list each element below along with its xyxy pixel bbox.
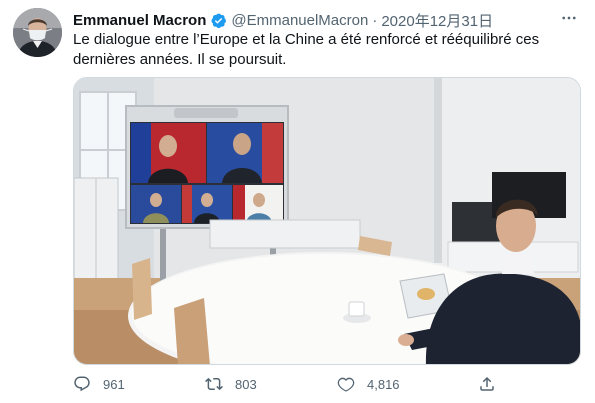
photo-video-conference (74, 78, 580, 364)
avatar-image (13, 8, 62, 57)
like-button[interactable]: 4,816 (337, 372, 400, 396)
heart-icon (337, 377, 355, 392)
more-icon (562, 16, 576, 20)
tweet-photo[interactable] (73, 77, 581, 365)
tweet-card[interactable]: Emmanuel Macron @EmmanuelMacron · 2020年1… (0, 0, 595, 403)
tweet-header: Emmanuel Macron @EmmanuelMacron · 2020年1… (73, 10, 493, 30)
reply-count: 961 (103, 376, 125, 392)
like-count: 4,816 (367, 376, 400, 392)
reply-icon (74, 376, 90, 392)
tweet-actions: 961 803 4,816 (73, 372, 573, 396)
tweet-text-line: dernières années. Il se poursuit. (73, 51, 287, 68)
tweet-text: Le dialogue entre l’Europe et la Chine a… (73, 30, 573, 70)
retweet-icon (205, 377, 223, 391)
more-button[interactable] (557, 8, 581, 28)
retweet-count: 803 (235, 376, 257, 392)
reply-button[interactable]: 961 (73, 372, 125, 396)
avatar[interactable] (13, 8, 62, 57)
share-button[interactable] (478, 372, 496, 396)
separator-dot: · (372, 11, 378, 29)
display-name[interactable]: Emmanuel Macron (73, 12, 206, 29)
handle[interactable]: @EmmanuelMacron (231, 12, 368, 29)
tweet-date[interactable]: 2020年12月31日 (381, 10, 493, 31)
retweet-button[interactable]: 803 (205, 372, 257, 396)
tweet-text-line: Le dialogue entre l’Europe et la Chine a… (73, 31, 540, 48)
verified-badge-icon (210, 12, 227, 29)
share-icon (480, 376, 494, 391)
